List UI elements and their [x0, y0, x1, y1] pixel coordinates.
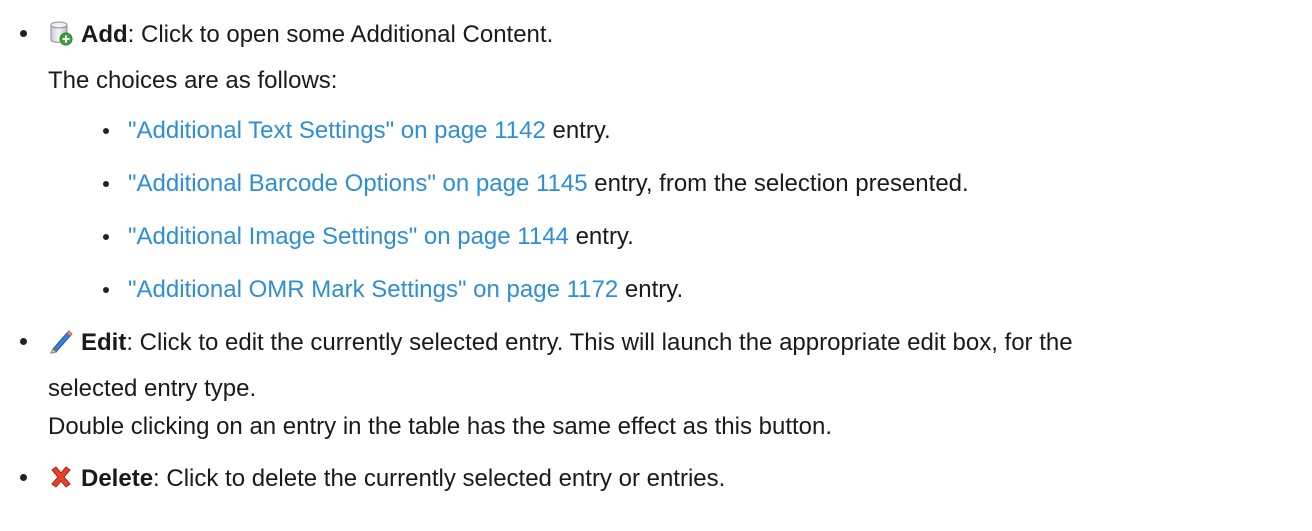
delete-label: Delete: [81, 465, 154, 492]
list-item-add: Add: Click to open some Additional Conte…: [0, 16, 1298, 309]
edit-desc-text: : Click to edit the currently selected e…: [126, 329, 1073, 356]
choices-intro: The choices are as follows:: [48, 67, 338, 94]
list-item-delete: Delete: Click to delete the currently se…: [0, 460, 1298, 498]
delete-desc-text: : Click to delete the currently selected…: [153, 465, 726, 492]
delete-description: Delete: Click to delete the currently se…: [48, 460, 1298, 498]
choice-barcode-options: "Additional Barcode Options" on page 114…: [48, 165, 1298, 203]
link-additional-omr-mark-settings[interactable]: "Additional OMR Mark Settings" on page 1…: [128, 276, 618, 303]
add-description: Add: Click to open some Additional Conte…: [48, 16, 1298, 54]
choice-omr-mark-settings: "Additional OMR Mark Settings" on page 1…: [48, 271, 1298, 309]
add-label: Add: [81, 21, 128, 48]
list-item-edit: Edit: Click to edit the currently select…: [0, 324, 1298, 446]
choice-rest: entry, from the selection presented.: [587, 170, 969, 197]
edit-label: Edit: [81, 329, 127, 356]
add-desc-text: : Click to open some Additional Content.: [127, 21, 554, 48]
help-document: Add: Click to open some Additional Conte…: [0, 0, 1312, 498]
edit-description: Edit: Click to edit the currently select…: [48, 324, 1298, 362]
database-add-icon: [50, 21, 73, 46]
choice-text-settings: "Additional Text Settings" on page 1142 …: [48, 112, 1298, 150]
edit-note: Double clicking on an entry in the table…: [48, 413, 833, 440]
edit-desc-continued: selected entry type.: [48, 375, 257, 402]
link-additional-text-settings[interactable]: "Additional Text Settings" on page 1142: [128, 117, 546, 144]
red-x-delete-icon: [51, 466, 71, 488]
choice-rest: entry.: [618, 276, 684, 303]
pencil-edit-icon: [50, 330, 73, 354]
choices-list: "Additional Text Settings" on page 1142 …: [48, 112, 1298, 309]
choice-rest: entry.: [545, 117, 611, 144]
link-additional-image-settings[interactable]: "Additional Image Settings" on page 1144: [128, 223, 569, 250]
choice-image-settings: "Additional Image Settings" on page 1144…: [48, 218, 1298, 256]
link-additional-barcode-options[interactable]: "Additional Barcode Options" on page 114…: [128, 170, 588, 197]
choice-rest: entry.: [568, 223, 634, 250]
